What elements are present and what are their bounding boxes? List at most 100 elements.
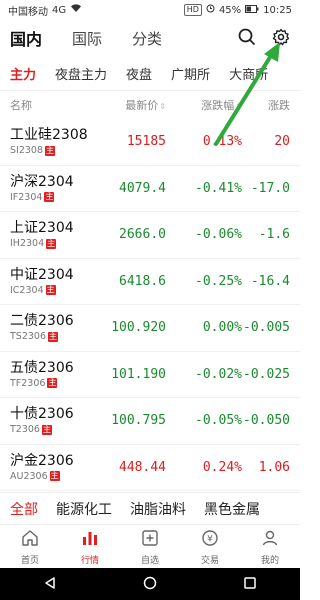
contract-name: 沪金2306: [10, 452, 74, 469]
category-tab-oils[interactable]: 油脂油料: [130, 499, 186, 519]
alarm-icon: [206, 4, 215, 16]
change-value: -1.6: [258, 227, 290, 243]
change-pct: -0.25%: [195, 273, 242, 289]
tab-domestic[interactable]: 国内: [10, 26, 42, 50]
watchlist-icon: [140, 528, 160, 551]
col-price-label: 最新价: [125, 99, 159, 112]
contract-code: T2306: [10, 424, 40, 436]
nav-watchlist-label: 自选: [140, 556, 159, 566]
table-row[interactable]: 中证2304 IC2304 主 6418.6 -0.25% -16.4: [0, 259, 300, 305]
contract-code: SI2308: [10, 145, 44, 157]
profile-icon: [260, 528, 280, 551]
change-value: -0.025: [243, 366, 290, 382]
svg-text:¥: ¥: [207, 535, 213, 545]
carrier-label: 中国移动: [8, 6, 48, 18]
contract-name: 十债2306: [10, 406, 74, 423]
main-tag: 主: [49, 471, 60, 482]
tab-international[interactable]: 国际: [72, 28, 102, 49]
contract-name: 工业硅2308: [10, 127, 88, 144]
subtab-night[interactable]: 夜盘: [126, 64, 152, 83]
change-value: -17.0: [250, 180, 290, 196]
change-pct: -0.05%: [195, 413, 242, 429]
table-row[interactable]: 十债2306 T2306 主 100.795 -0.05% -0.050: [0, 398, 300, 445]
latest-price: 2666.0: [119, 227, 166, 243]
table-row[interactable]: 五债2306 TF2306 主 101.190 -0.02% -0.025: [0, 352, 300, 398]
latest-price: 6418.6: [119, 273, 166, 289]
system-nav-bar: [0, 568, 300, 600]
nav-trade[interactable]: ¥ 交易: [180, 525, 240, 569]
contract-name: 上证2304: [10, 220, 74, 237]
recents-icon[interactable]: [243, 575, 257, 594]
contract-name: 二债2306: [10, 313, 74, 330]
main-tag: 主: [41, 424, 52, 435]
main-tag: 主: [46, 238, 57, 249]
category-tab-all[interactable]: 全部: [10, 499, 38, 519]
change-value: -0.005: [243, 320, 290, 336]
table-row[interactable]: 沪金2306 AU2306 主 448.44 0.24% 1.06: [0, 445, 300, 491]
hd-badge: HD: [183, 4, 202, 16]
subtab-night-main[interactable]: 夜盘主力: [55, 64, 107, 83]
contract-code: IH2304: [10, 238, 45, 250]
latest-price: 448.44: [119, 459, 166, 475]
battery-icon: [245, 4, 259, 16]
home-icon: [20, 528, 40, 551]
home-button-icon[interactable]: [143, 575, 157, 594]
bottom-nav: 首页 行情 自选 ¥ 交易 我的: [0, 524, 300, 569]
main-tag: 主: [45, 145, 56, 156]
subtab-gfex[interactable]: 广期所: [171, 64, 210, 83]
status-bar: 中国移动 4G HD 45% 10:25: [0, 0, 300, 20]
sort-icon: ⇕: [159, 102, 166, 111]
nav-market-label: 行情: [80, 556, 99, 566]
table-row[interactable]: 上证2304 IH2304 主 2666.0 -0.06% -1.6: [0, 212, 300, 259]
battery-label: 45%: [218, 4, 242, 16]
time-label: 10:25: [263, 4, 292, 16]
tab-category[interactable]: 分类: [132, 28, 162, 49]
main-tag: 主: [47, 378, 58, 389]
change-pct: -0.41%: [195, 180, 242, 196]
change-pct: 0.00%: [202, 320, 242, 336]
main-tag: 主: [48, 331, 59, 342]
latest-price: 15185: [126, 134, 166, 150]
latest-price: 100.795: [111, 413, 166, 429]
nav-watchlist[interactable]: 自选: [120, 525, 180, 569]
contract-name: 沪深2304: [10, 173, 74, 190]
category-tab-energy[interactable]: 能源化工: [56, 499, 112, 519]
latest-price: 4079.4: [119, 180, 166, 196]
table-row[interactable]: 沪深2304 IF2304 主 4079.4 -0.41% -17.0: [0, 166, 300, 212]
contract-code: TS2306: [10, 331, 47, 343]
table-row[interactable]: 二债2306 TS2306 主 100.920 0.00% -0.005: [0, 305, 300, 352]
contract-code: IC2304: [10, 284, 44, 296]
nav-trade-label: 交易: [200, 556, 219, 566]
wifi-icon: [70, 4, 82, 16]
change-value: 1.06: [258, 459, 290, 475]
contract-name: 五债2306: [10, 359, 74, 376]
col-name: 名称: [10, 99, 32, 112]
main-tag: 主: [44, 192, 55, 203]
contract-name: 中证2304: [10, 266, 74, 283]
main-tag: 主: [45, 285, 56, 296]
trade-icon: ¥: [200, 528, 220, 551]
nav-home-label: 首页: [20, 556, 39, 566]
col-price[interactable]: 最新价⇕: [96, 97, 166, 113]
nav-home[interactable]: 首页: [0, 525, 60, 569]
change-value: -0.050: [243, 413, 290, 429]
change-pct: -0.02%: [195, 366, 242, 382]
subtab-main[interactable]: 主力: [10, 64, 36, 90]
annotation-arrow: [214, 42, 280, 146]
category-tab-ferrous[interactable]: 黑色金属: [204, 499, 260, 519]
back-icon[interactable]: [43, 575, 57, 594]
nav-profile[interactable]: 我的: [240, 525, 300, 569]
market-icon: [80, 528, 100, 551]
latest-price: 101.190: [111, 366, 166, 382]
latest-price: 100.920: [111, 320, 166, 336]
change-value: -16.4: [250, 273, 290, 289]
category-tabs: 全部 能源化工 油脂油料 黑色金属: [0, 492, 300, 525]
contract-code: AU2306: [10, 470, 48, 482]
change-pct: 0.24%: [202, 459, 242, 475]
nav-profile-label: 我的: [260, 556, 279, 566]
nav-market[interactable]: 行情: [60, 525, 120, 569]
contract-code: IF2304: [10, 191, 43, 203]
quote-list: 工业硅2308 SI2308 主 15185 0.13% 20 沪深2304 IF23…: [0, 119, 300, 491]
contract-code: TF2306: [10, 377, 46, 389]
signal-label: 4G: [52, 4, 67, 16]
